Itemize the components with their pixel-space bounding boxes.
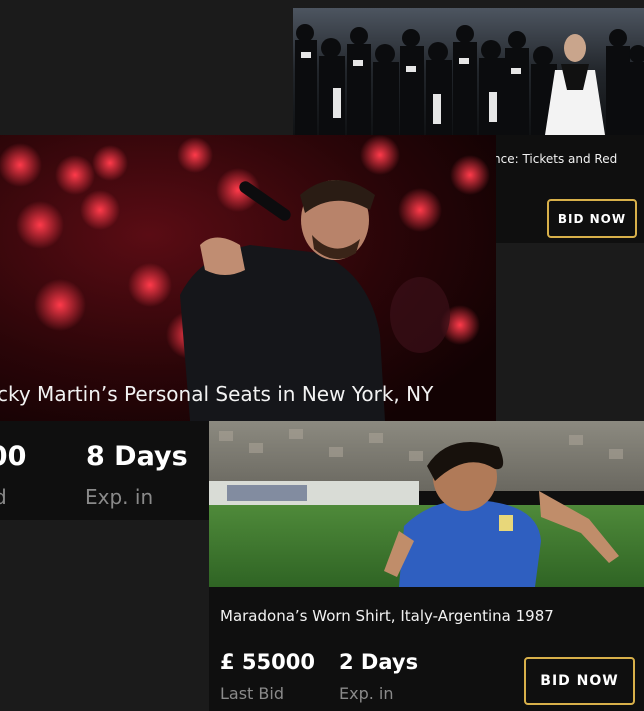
card-title: Maradona’s Worn Shirt, Italy-Argentina 1… <box>220 607 554 625</box>
bid-now-button[interactable]: BID NOW <box>524 657 635 705</box>
last-bid-label: d <box>0 485 7 509</box>
last-bid-amount: £ 55000 <box>220 650 315 674</box>
expiry-label: Exp. in <box>339 684 394 703</box>
football-player-image <box>209 421 644 587</box>
expiry-days: 2 Days <box>339 650 419 674</box>
bid-now-button[interactable]: BID NOW <box>547 199 637 238</box>
last-bid-label: Last Bid <box>220 684 284 703</box>
expiry-days: 8 Days <box>86 441 188 472</box>
card-title: cky Martin’s Personal Seats in New York,… <box>0 382 434 406</box>
auction-card-stack: nce: Tickets and Red BID NOW cky Martin’… <box>0 0 644 711</box>
expiry-label: Exp. in <box>85 485 154 509</box>
last-bid-amount: 000 <box>0 441 27 472</box>
red-carpet-photographers-image <box>293 8 644 135</box>
singer-on-stage-image <box>0 135 496 421</box>
card-title: nce: Tickets and Red <box>493 152 618 166</box>
auction-card-maradona[interactable]: Maradona’s Worn Shirt, Italy-Argentina 1… <box>209 421 644 711</box>
